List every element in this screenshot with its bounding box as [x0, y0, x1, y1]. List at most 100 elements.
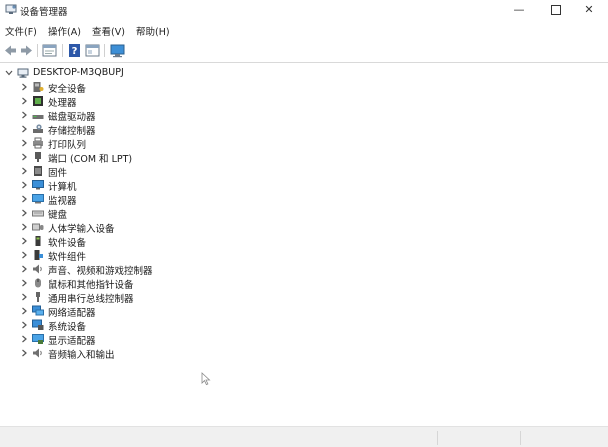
- tree-item-label: 网络适配器: [48, 308, 96, 319]
- menu-help[interactable]: 帮助(H): [136, 24, 170, 38]
- keyboard-icon: [32, 210, 44, 217]
- mouse-cursor-icon: [201, 372, 211, 386]
- chevron-right-icon[interactable]: [19, 179, 29, 191]
- tree-item-label: 显示适配器: [48, 336, 96, 347]
- tree-root-label: DESKTOP-M3QBUPJ: [33, 67, 124, 78]
- menu-file[interactable]: 文件(F): [5, 24, 37, 38]
- tree-item-label: 端口 (COM 和 LPT): [48, 154, 133, 165]
- tree-item-software-devices[interactable]: 软件设备: [0, 234, 600, 249]
- close-icon: ✕: [584, 3, 594, 16]
- tree-item-print-queues[interactable]: 打印队列: [0, 136, 600, 151]
- window-title: 设备管理器: [20, 7, 68, 18]
- tree-item-keyboards[interactable]: 键盘: [0, 206, 600, 221]
- back-arrow-icon[interactable]: [2, 42, 19, 59]
- security-device-icon: [33, 82, 44, 92]
- port-icon: [35, 152, 41, 162]
- audio-io-icon: [33, 348, 42, 358]
- chevron-right-icon[interactable]: [19, 109, 29, 121]
- tree-item-processors[interactable]: 处理器: [0, 94, 600, 109]
- chevron-right-icon[interactable]: [19, 305, 29, 317]
- tree-item-hid[interactable]: 人体学输入设备: [0, 220, 600, 235]
- chevron-right-icon[interactable]: [19, 249, 29, 261]
- tree-item-system-devices[interactable]: 系统设备: [0, 318, 600, 333]
- tree-item-label: 存储控制器: [48, 126, 96, 137]
- tree-root[interactable]: DESKTOP-M3QBUPJ: [0, 66, 600, 80]
- software-component-icon: [34, 250, 43, 260]
- help-book-icon[interactable]: ?: [66, 42, 83, 59]
- tree-item-label: 软件设备: [48, 238, 87, 249]
- chevron-right-icon[interactable]: [19, 207, 29, 219]
- tree-item-software-components[interactable]: 软件组件: [0, 248, 600, 263]
- tree-item-label: 键盘: [48, 210, 68, 221]
- forward-arrow-icon[interactable]: [18, 42, 35, 59]
- close-button[interactable]: ✕: [570, 0, 608, 20]
- chevron-down-icon[interactable]: [4, 67, 14, 79]
- firmware-icon: [34, 166, 42, 176]
- tree-item-firmware[interactable]: 固件: [0, 164, 600, 179]
- chevron-right-icon[interactable]: [19, 277, 29, 289]
- tree-item-label: 软件组件: [48, 252, 87, 263]
- chevron-right-icon[interactable]: [19, 123, 29, 135]
- chevron-right-icon[interactable]: [19, 221, 29, 233]
- tree-item-sound-video-game[interactable]: 声音、视频和游戏控制器: [0, 262, 600, 277]
- chevron-right-icon[interactable]: [19, 81, 29, 93]
- chevron-right-icon[interactable]: [19, 165, 29, 177]
- tree-item-mice[interactable]: 鼠标和其他指针设备: [0, 276, 600, 291]
- chevron-right-icon[interactable]: [19, 319, 29, 331]
- tree-item-audio-io[interactable]: 音频输入和输出: [0, 346, 600, 361]
- minimize-button[interactable]: —: [500, 0, 538, 20]
- processor-icon: [33, 96, 43, 106]
- scan-hardware-monitor-icon[interactable]: [109, 42, 126, 59]
- tree-item-storage-controllers[interactable]: 存储控制器: [0, 122, 600, 137]
- tree-item-computer[interactable]: 计算机: [0, 178, 600, 193]
- chevron-right-icon[interactable]: [19, 137, 29, 149]
- tree-item-display-adapters[interactable]: 显示适配器: [0, 332, 600, 347]
- software-device-icon: [35, 236, 41, 246]
- chevron-right-icon[interactable]: [19, 235, 29, 247]
- view-window-icon[interactable]: [84, 42, 101, 59]
- tree-item-label: 安全设备: [48, 84, 87, 95]
- tree-item-security-devices[interactable]: 安全设备: [0, 80, 600, 95]
- maximize-icon: [551, 5, 561, 15]
- chevron-right-icon[interactable]: [19, 193, 29, 205]
- speaker-icon: [33, 264, 42, 274]
- tree-item-network-adapters[interactable]: 网络适配器: [0, 304, 600, 319]
- tree-item-label: 打印队列: [48, 140, 87, 151]
- tree-item-usb-controllers[interactable]: 通用串行总线控制器: [0, 290, 600, 305]
- tree-item-label: 监视器: [48, 196, 77, 207]
- system-device-icon: [32, 319, 44, 330]
- status-bar: [0, 426, 608, 447]
- chevron-right-icon[interactable]: [19, 291, 29, 303]
- toolbar-divider: [0, 62, 608, 63]
- tree-item-label: 计算机: [48, 182, 77, 193]
- usb-icon: [36, 292, 40, 302]
- device-tree: DESKTOP-M3QBUPJ 安全设备 处理器 磁盘驱动器 存储控制器 打印队…: [0, 64, 608, 426]
- tree-item-label: 磁盘驱动器: [48, 112, 96, 123]
- tree-item-label: 鼠标和其他指针设备: [48, 280, 134, 291]
- menu-view[interactable]: 查看(V): [92, 24, 125, 38]
- toolbar: ?: [0, 40, 608, 62]
- tree-item-label: 处理器: [48, 98, 77, 109]
- tree-item-monitors[interactable]: 监视器: [0, 192, 600, 207]
- mouse-icon: [35, 278, 41, 288]
- title-bar: 设备管理器 — ✕: [0, 0, 608, 20]
- svg-text:?: ?: [72, 46, 78, 57]
- tree-item-ports[interactable]: 端口 (COM 和 LPT): [0, 150, 600, 165]
- hid-icon: [32, 223, 44, 231]
- tree-item-disk-drives[interactable]: 磁盘驱动器: [0, 108, 600, 123]
- chevron-right-icon[interactable]: [19, 263, 29, 275]
- tree-item-label: 固件: [48, 168, 68, 179]
- storage-controller-icon: [33, 124, 43, 133]
- menu-bar: 文件(F) 操作(A) 查看(V) 帮助(H): [0, 21, 608, 39]
- properties-window-icon[interactable]: [41, 42, 58, 59]
- chevron-right-icon[interactable]: [19, 95, 29, 107]
- device-manager-app-icon: [5, 4, 17, 14]
- menu-action[interactable]: 操作(A): [48, 24, 81, 38]
- chevron-right-icon[interactable]: [19, 333, 29, 345]
- chevron-right-icon[interactable]: [19, 347, 29, 359]
- tree-item-label: 系统设备: [48, 322, 87, 333]
- chevron-right-icon[interactable]: [19, 151, 29, 163]
- disk-drive-icon: [32, 115, 44, 119]
- tree-item-label: 人体学输入设备: [48, 224, 115, 235]
- minimize-icon: —: [513, 3, 525, 16]
